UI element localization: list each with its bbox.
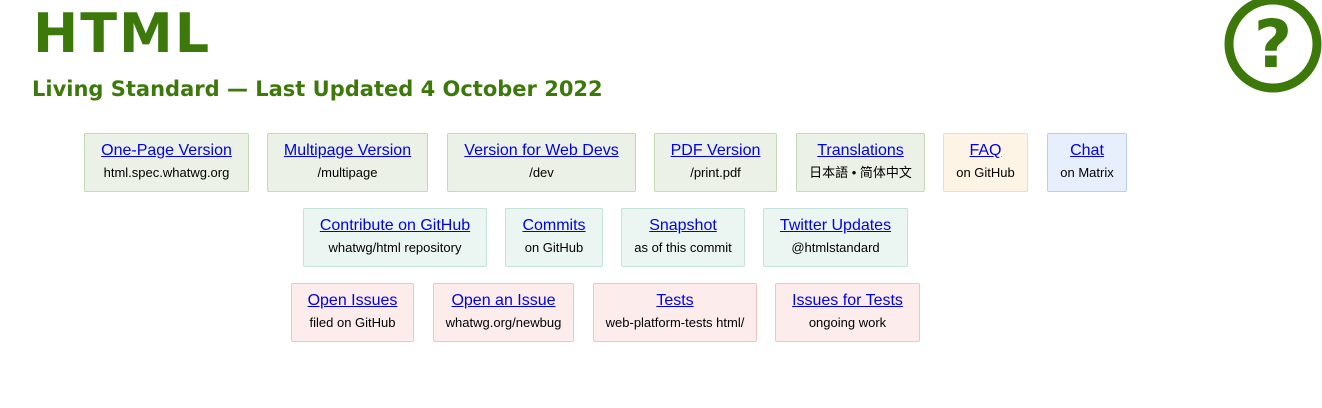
snapshot-link[interactable]: Snapshot as of this commit (621, 208, 745, 267)
tests-link[interactable]: Tests web-platform-tests html/ (593, 283, 757, 342)
twitter-updates-link[interactable]: Twitter Updates @htmlstandard (763, 208, 908, 267)
card-sub: whatwg.org/newbug (445, 315, 562, 330)
multipage-version-link[interactable]: Multipage Version /multipage (267, 133, 428, 192)
card-label: Issues for Tests (792, 292, 903, 309)
card-sub: @htmlstandard (791, 240, 880, 255)
card-label: One-Page Version (101, 142, 232, 159)
contribute-on-github-link[interactable]: Contribute on GitHub whatwg/html reposit… (303, 208, 487, 267)
open-an-issue-link[interactable]: Open an Issue whatwg.org/newbug (433, 283, 574, 342)
page-subtitle: Living Standard — Last Updated 4 October… (32, 77, 603, 101)
card-sub: /dev (529, 165, 554, 180)
card-label: Multipage Version (283, 142, 412, 159)
card-sub: as of this commit (634, 240, 732, 255)
card-sub: /print.pdf (690, 165, 741, 180)
links-row-3: Open Issues filed on GitHub Open an Issu… (0, 283, 1322, 344)
card-label: Open Issues (307, 292, 398, 309)
web-devs-version-link[interactable]: Version for Web Devs /dev (447, 133, 636, 192)
page-title: HTML (33, 2, 212, 65)
card-sub: /multipage (317, 165, 378, 180)
open-issues-link[interactable]: Open Issues filed on GitHub (291, 283, 414, 342)
chat-link[interactable]: Chat on Matrix (1047, 133, 1127, 192)
card-label: PDF Version (670, 142, 761, 159)
card-label: Snapshot (649, 217, 717, 234)
faq-link[interactable]: FAQ on GitHub (943, 133, 1028, 192)
card-sub: on Matrix (1060, 165, 1114, 180)
card-sub: ongoing work (808, 315, 887, 330)
card-label: Commits (522, 217, 586, 234)
help-link[interactable]: ? (1224, 0, 1322, 93)
card-label: Version for Web Devs (464, 142, 619, 159)
card-sub: on GitHub (956, 165, 1015, 180)
one-page-version-link[interactable]: One-Page Version html.spec.whatwg.org (84, 133, 249, 192)
card-label: FAQ (969, 142, 1002, 159)
card-label: Chat (1070, 142, 1104, 159)
card-label: Contribute on GitHub (319, 217, 471, 234)
card-label: Twitter Updates (779, 217, 892, 234)
issues-for-tests-link[interactable]: Issues for Tests ongoing work (775, 283, 920, 342)
card-sub: filed on GitHub (309, 315, 396, 330)
links-row-2: Contribute on GitHub whatwg/html reposit… (0, 208, 1322, 269)
card-label: Translations (817, 142, 904, 159)
links-row-1: One-Page Version html.spec.whatwg.org Mu… (0, 133, 1322, 194)
card-sub: whatwg/html repository (328, 240, 462, 255)
card-label: Tests (656, 292, 694, 309)
card-sub: web-platform-tests html/ (605, 315, 745, 330)
card-sub: on GitHub (524, 240, 584, 255)
translations-link[interactable]: Translations 日本語 • 简体中文 (796, 133, 925, 192)
pdf-version-link[interactable]: PDF Version /print.pdf (654, 133, 777, 192)
svg-text:?: ? (1254, 6, 1292, 83)
commits-link[interactable]: Commits on GitHub (505, 208, 603, 267)
question-mark-circle-icon: ? (1224, 0, 1322, 93)
card-sub: html.spec.whatwg.org (103, 165, 230, 180)
card-label: Open an Issue (451, 292, 556, 309)
card-sub: 日本語 • 简体中文 (809, 165, 912, 180)
